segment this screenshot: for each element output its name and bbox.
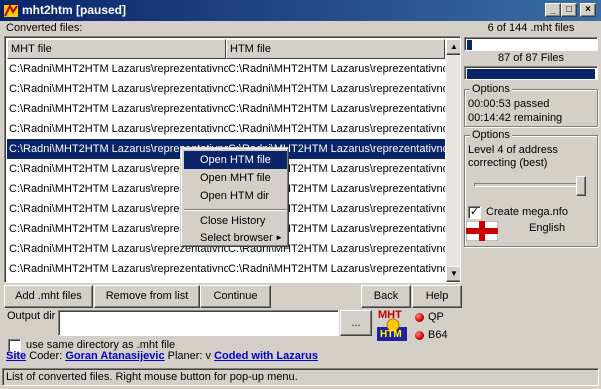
htm-file-cell: C:\Radni\MHT2HTM Lazarus\reprezentativno… — [228, 83, 445, 95]
menu-separator — [184, 209, 287, 211]
menu-open-htm-file[interactable]: Open HTM file — [184, 151, 287, 169]
status-bar: List of converted files. Right mouse but… — [2, 368, 599, 386]
htm-file-cell: C:\Radni\MHT2HTM Lazarus\reprezentativno… — [228, 103, 445, 115]
table-row[interactable]: C:\Radni\MHT2HTM Lazarus\reprezentativno… — [7, 99, 445, 119]
logo-line2: HTM — [380, 329, 402, 340]
total-progress-label: 87 of 87 Files — [497, 52, 565, 64]
back-button[interactable]: Back — [361, 285, 411, 308]
title-bar[interactable]: mht2htm [paused] _ □ × — [0, 0, 601, 21]
close-button[interactable]: × — [580, 3, 596, 17]
files-progress-fill — [467, 40, 472, 50]
files-progress-bar — [464, 37, 598, 51]
table-row[interactable]: C:\Radni\MHT2HTM Lazarus\reprezentativno… — [7, 59, 445, 79]
coder-prefix: Coder: — [26, 350, 66, 362]
files-progress-label: 6 of 144 .mht files — [487, 22, 575, 34]
check-icon: ✓ — [469, 206, 480, 218]
language-label[interactable]: English — [529, 222, 565, 234]
maximize-button[interactable]: □ — [561, 3, 577, 17]
scroll-down-button[interactable]: ▼ — [446, 266, 460, 282]
qp-label: QP — [428, 311, 444, 323]
htm-file-cell: C:\Radni\MHT2HTM Lazarus\reprezentativno… — [228, 63, 445, 75]
england-flag-icon[interactable] — [466, 221, 498, 241]
time-passed: 00:00:53 passed — [468, 98, 550, 110]
menu-open-mht-file[interactable]: Open MHT file — [184, 169, 287, 187]
mht-file-cell: C:\Radni\MHT2HTM Lazarus\reprezentativno… — [9, 103, 228, 115]
qp-indicator-icon — [415, 313, 424, 322]
scroll-up-button[interactable]: ▲ — [446, 39, 460, 55]
app-icon — [4, 3, 18, 17]
lazarus-link[interactable]: Coded with Lazarus — [214, 350, 318, 362]
total-progress-fill — [467, 69, 595, 79]
browse-button[interactable]: ... — [340, 310, 372, 336]
continue-button[interactable]: Continue — [200, 285, 271, 308]
b64-indicator-icon — [415, 331, 424, 340]
window-title: mht2htm [paused] — [22, 3, 127, 17]
output-dir-input[interactable] — [58, 310, 339, 336]
list-header: MHT file HTM file — [7, 39, 445, 59]
b64-label: B64 — [428, 329, 448, 341]
time-options-title: Options — [470, 83, 512, 95]
correction-level-text: Level 4 of address correcting (best) — [468, 144, 558, 169]
mht-file-cell: C:\Radni\MHT2HTM Lazarus\reprezentativno… — [9, 263, 228, 275]
list-scrollbar[interactable]: ▲ ▼ — [446, 39, 460, 282]
table-row[interactable]: C:\Radni\MHT2HTM Lazarus\reprezentativno… — [7, 259, 445, 279]
htm-file-cell: C:\Radni\MHT2HTM Lazarus\reprezentativno… — [228, 123, 445, 135]
mht-file-cell: C:\Radni\MHT2HTM Lazarus\reprezentativno… — [9, 123, 228, 135]
credits-line: Site Coder: Goran Atanasijevic Planer: v… — [6, 350, 318, 362]
column-mht-file[interactable]: MHT file — [7, 39, 226, 59]
remove-from-list-button[interactable]: Remove from list — [94, 285, 200, 308]
logo-line1: MHT — [378, 309, 402, 321]
create-mega-checkbox[interactable]: ✓ — [468, 206, 481, 219]
output-dir-label: Output dir — [7, 310, 56, 322]
time-remaining: 00:14:42 remaining — [468, 112, 563, 124]
total-progress-bar — [464, 66, 598, 80]
site-link[interactable]: Site — [6, 350, 26, 362]
create-mega-label: Create mega.nfo — [486, 206, 568, 218]
table-row[interactable]: C:\Radni\MHT2HTM Lazarus\reprezentativno… — [7, 79, 445, 99]
submenu-arrow-icon: ► — [275, 233, 283, 242]
correction-slider-track[interactable] — [474, 183, 586, 187]
context-menu: Open HTM file Open MHT file Open HTM dir… — [180, 147, 289, 247]
column-htm-file[interactable]: HTM file — [226, 39, 445, 59]
correction-slider-thumb[interactable] — [576, 176, 586, 196]
htm-file-cell: C:\Radni\MHT2HTM Lazarus\reprezentativno… — [228, 263, 445, 275]
options-title: Options — [470, 129, 512, 141]
menu-select-browser[interactable]: Select browser ► — [184, 229, 287, 247]
coder-link[interactable]: Goran Atanasijevic — [65, 350, 164, 362]
mht-file-cell: C:\Radni\MHT2HTM Lazarus\reprezentativno… — [9, 63, 228, 75]
mht-file-cell: C:\Radni\MHT2HTM Lazarus\reprezentativno… — [9, 83, 228, 95]
add-mht-files-button[interactable]: Add .mht files — [4, 285, 93, 308]
table-row[interactable]: C:\Radni\MHT2HTM Lazarus\reprezentativno… — [7, 119, 445, 139]
converted-files-label: Converted files: — [6, 22, 83, 34]
help-button[interactable]: Help — [412, 285, 462, 308]
minimize-button[interactable]: _ — [545, 3, 561, 17]
menu-open-htm-dir[interactable]: Open HTM dir — [184, 187, 287, 205]
menu-close-history[interactable]: Close History — [184, 212, 287, 230]
menu-select-browser-label: Select browser — [200, 232, 273, 244]
mht2htm-logo: MHT HTM — [376, 309, 410, 343]
planer-text: Planer: v — [164, 350, 215, 362]
